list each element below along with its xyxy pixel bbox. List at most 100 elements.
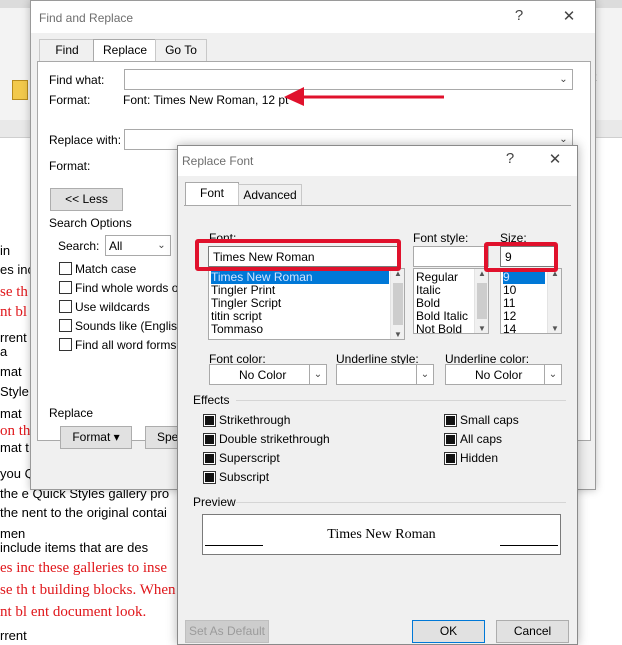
style-list-scrollbar[interactable]: ▲ ▼ [474,269,488,333]
size-list-scrollbar[interactable]: ▲ ▼ [547,269,561,333]
styles-pane-icon[interactable] [12,80,28,100]
underline-color-select[interactable]: No Color ⌄ [445,364,562,385]
hidden-label: Hidden [460,451,499,465]
help-button[interactable]: ? [500,150,520,167]
red-arrow-annotation [284,87,444,106]
less-button[interactable]: << Less [50,188,123,211]
double-strikethrough-label: Double strikethrough [219,432,330,446]
document-text-line: es inc these galleries to inse [0,560,168,576]
superscript-label: Superscript [219,451,280,465]
subscript-label: Subscript [219,470,270,484]
chevron-down-icon[interactable]: ⌄ [544,365,561,384]
scroll-down-icon[interactable]: ▼ [391,330,404,339]
scroll-down-icon[interactable]: ▼ [475,324,488,333]
tab-find[interactable]: Find [39,39,95,61]
whole-words-checkbox[interactable] [59,281,72,294]
document-text-line: mat [0,406,22,421]
replace-font-title: Replace Font [182,154,254,168]
scroll-thumb[interactable] [477,283,487,319]
document-text-line: es inc [0,262,34,277]
close-button[interactable]: ✕ [559,7,579,25]
sounds-like-label: Sounds like (English) [75,319,188,333]
document-text-line: rrent [0,330,27,345]
replace-with-label: Replace with: [49,133,122,147]
replace-format-label: Format: [49,159,91,173]
sounds-like-checkbox[interactable] [59,319,72,332]
wildcards-checkbox[interactable] [59,300,72,313]
underline-color-value: No Color [475,368,523,382]
preview-baseline-right [500,545,558,546]
set-as-default-button[interactable]: Set As Default [185,620,269,643]
whole-words-label: Find whole words only [75,281,194,295]
format-button[interactable]: Format ▾ [60,426,132,449]
help-button[interactable]: ? [509,7,529,24]
find-replace-titlebar: Find and Replace ? ✕ [31,1,595,33]
ok-button[interactable]: OK [412,620,485,643]
chevron-down-icon[interactable]: ⌄ [555,70,572,89]
find-what-label: Find what: [49,73,105,87]
preview-text: Times New Roman [327,527,436,542]
small-caps-checkbox[interactable] [444,414,457,427]
preview-label: Preview [193,495,236,509]
font-size-highlight [484,242,558,272]
subscript-checkbox[interactable] [203,471,216,484]
strikethrough-label: Strikethrough [219,413,291,427]
small-caps-label: Small caps [460,413,519,427]
font-name-highlight [195,239,401,271]
font-style-list[interactable]: Regular Italic Bold Bold Italic Not Bold… [413,268,489,334]
font-color-select[interactable]: No Color ⌄ [209,364,327,385]
cancel-button[interactable]: Cancel [496,620,569,643]
document-text-line: Style [0,384,29,399]
strikethrough-checkbox[interactable] [203,414,216,427]
document-text-line: include items that are des [0,540,149,555]
double-strikethrough-checkbox[interactable] [203,433,216,446]
search-direction-label: Search: [58,239,100,253]
wildcards-label: Use wildcards [75,300,150,314]
style-list-item[interactable]: Not Bold [416,323,462,334]
font-size-list[interactable]: 9 10 11 12 14 ▲ ▼ [500,268,562,334]
tab-advanced[interactable]: Advanced [238,184,302,206]
document-text-line: mat [0,364,22,379]
tab-goto[interactable]: Go To [155,39,207,61]
document-text-line: on th [0,423,31,439]
preview-baseline-left [205,545,263,546]
find-format-label: Format: [49,93,91,107]
document-text-line: the nent to the original contai [0,505,167,520]
document-text-line: a [0,344,8,359]
match-case-checkbox[interactable] [59,262,72,275]
font-style-label: Font style: [413,231,469,245]
replace-font-titlebar: Replace Font ? ✕ [178,146,577,176]
font-list-scrollbar[interactable]: ▲ ▼ [390,269,404,339]
font-color-value: No Color [239,368,287,382]
match-case-label: Match case [75,262,137,276]
font-tab-panel-border [184,205,571,206]
document-text-line: in [0,243,11,258]
scroll-thumb[interactable] [393,283,403,325]
search-direction-select[interactable]: All ⌄ [105,235,171,256]
superscript-checkbox[interactable] [203,452,216,465]
scroll-down-icon[interactable]: ▼ [548,324,561,333]
document-text-line: nt bl ent document look. [0,604,147,620]
font-name-list[interactable]: Times New Roman Tingler Print Tingler Sc… [208,268,405,340]
tab-font[interactable]: Font [185,182,239,206]
tab-replace[interactable]: Replace [93,39,157,63]
underline-style-select[interactable]: ⌄ [336,364,434,385]
find-format-value: Font: Times New Roman, 12 pt [123,93,289,107]
chevron-down-icon[interactable]: ⌄ [153,236,170,255]
document-text-line: men [0,526,26,541]
font-style-input[interactable] [413,246,489,267]
effects-divider [236,400,566,401]
chevron-down-icon[interactable]: ⌄ [309,365,326,384]
search-direction-value: All [109,239,123,253]
hidden-checkbox[interactable] [444,452,457,465]
close-button[interactable]: ✕ [545,150,565,168]
font-list-item[interactable]: Tommaso [211,323,263,336]
replace-font-dialog: Replace Font ? ✕ Font Advanced Font: Tim… [177,145,578,645]
all-caps-label: All caps [460,432,503,446]
preview-divider [236,502,566,503]
chevron-down-icon[interactable]: ⌄ [416,365,433,384]
preview-box: Times New Roman [202,514,561,555]
all-caps-checkbox[interactable] [444,433,457,446]
word-forms-checkbox[interactable] [59,338,72,351]
size-list-item[interactable]: 14 [503,323,516,334]
